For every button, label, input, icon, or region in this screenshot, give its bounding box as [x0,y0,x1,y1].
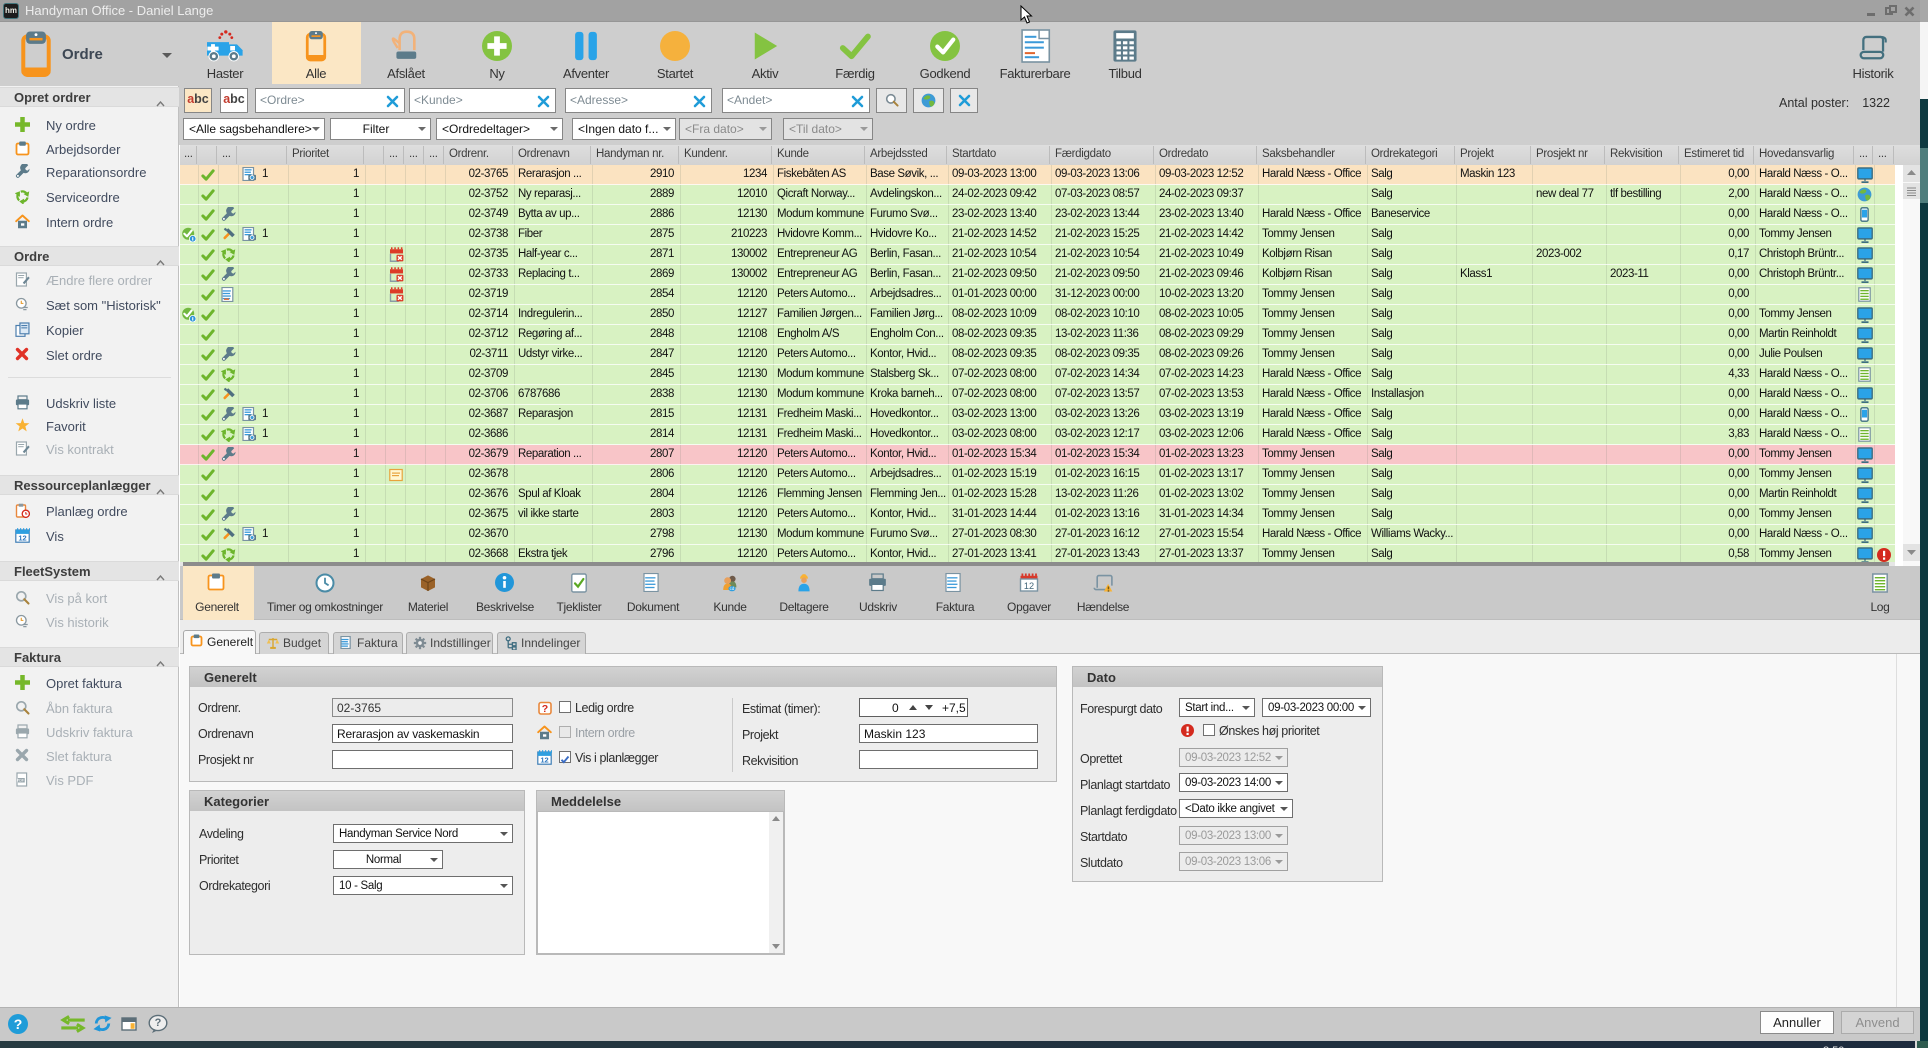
svg-text:cd: cd [730,586,735,591]
svg-text:?: ? [542,703,548,715]
svg-text:?: ? [155,1017,162,1029]
svg-text:PDF: PDF [17,779,25,783]
svg-text:12: 12 [18,533,26,542]
svg-text:12: 12 [540,755,548,764]
svg-text:?: ? [14,1016,23,1032]
svg-text:12: 12 [1024,581,1034,591]
